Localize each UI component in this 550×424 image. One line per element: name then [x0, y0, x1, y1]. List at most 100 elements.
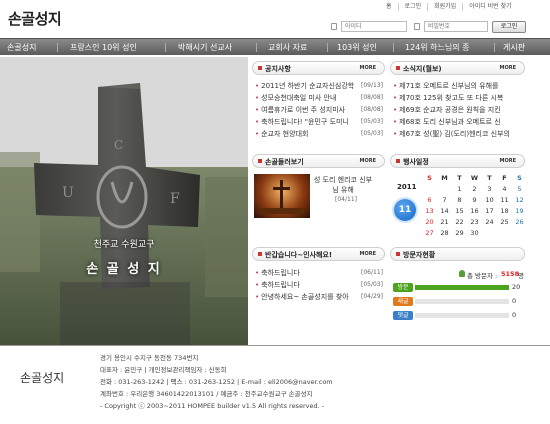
nav-divider	[57, 43, 58, 52]
calendar-day[interactable]: 26	[513, 218, 526, 226]
footer-divider	[0, 345, 550, 346]
footer-account: 계좌번호 : 우리은행 34601422013101 / 예금주 : 천주교수원…	[100, 390, 313, 398]
tour-header: 손골둘러보기 MORE	[252, 154, 385, 168]
events-more-button[interactable]: MORE	[500, 158, 517, 164]
visit-value: 20	[512, 283, 521, 291]
calendar-day[interactable]: 7	[438, 196, 451, 204]
comment-value: 0	[512, 311, 517, 319]
calendar-day[interactable]: 17	[483, 207, 496, 215]
news-item[interactable]: 제71호 오메트르 신부님의 유해를	[393, 81, 523, 91]
home-link[interactable]: 홈	[380, 3, 398, 11]
calendar-day[interactable]: 16	[468, 207, 481, 215]
hero-subtitle: 천주교 수원교구	[93, 240, 155, 250]
greeting-date: [06/11]	[361, 269, 383, 276]
calendar-day[interactable]: 28	[438, 229, 451, 237]
calendar-day[interactable]: 9	[468, 196, 481, 204]
news-item[interactable]: 제67호 성(聖) 김(도리)헨리코 신부의	[393, 129, 523, 139]
tour-more-button[interactable]: MORE	[360, 158, 377, 164]
notice-date: [05/03]	[361, 130, 383, 137]
calendar-day[interactable]: 23	[468, 218, 481, 226]
footer-copyright: - Copyright ⓒ 2003~2011 HOMPEE builder v…	[100, 402, 325, 410]
crucifix-icon	[260, 180, 304, 214]
comment-bar	[415, 313, 509, 318]
calendar-day[interactable]: 1	[453, 185, 466, 193]
greeting-item[interactable]: 축하드립니다	[255, 280, 359, 290]
tour-caption[interactable]: 성 도리 헨리코 신부님 유해	[313, 175, 373, 195]
calendar-day[interactable]: 21	[438, 218, 451, 226]
calendar-day[interactable]: 14	[438, 207, 451, 215]
calendar-day[interactable]: 22	[453, 218, 466, 226]
greeting-item[interactable]: 안녕하세요~ 손골성지를 찾아	[255, 292, 359, 302]
calendar-day[interactable]: 11	[498, 196, 511, 204]
news-more-button[interactable]: MORE	[500, 65, 517, 71]
notice-item[interactable]: 여름휴가로 이번 주 성지미사	[255, 105, 359, 115]
tour-date: [04/11]	[335, 196, 357, 203]
id-field[interactable]	[341, 21, 407, 32]
new-post-bar	[415, 299, 509, 304]
footer-address: 경기 용인시 수지구 동천동 734번지	[100, 354, 199, 362]
calendar-day[interactable]: 20	[423, 218, 436, 226]
calendar-day[interactable]: 19	[513, 207, 526, 215]
calendar-day[interactable]: 13	[423, 207, 436, 215]
visitors-header: 방문자현황	[390, 247, 525, 261]
nav-103-saints[interactable]: 103위 성인	[337, 39, 377, 56]
calendar-day[interactable]: 8	[453, 196, 466, 204]
weekday-label: F	[502, 174, 507, 182]
calendar-day[interactable]: 3	[483, 185, 496, 193]
greetings-title: 반갑습니다~인사해요!	[257, 251, 333, 259]
nav-divider	[327, 43, 328, 52]
nav-history[interactable]: 교회사 자료	[268, 39, 307, 56]
notice-more-button[interactable]: MORE	[360, 65, 377, 71]
svg-text:F: F	[170, 191, 180, 207]
calendar-day[interactable]: 27	[423, 229, 436, 237]
svg-text:C: C	[114, 138, 123, 152]
lock-icon	[414, 23, 420, 30]
calendar-day[interactable]: 30	[468, 229, 481, 237]
site-logo[interactable]: 손골성지	[8, 8, 62, 29]
nav-board[interactable]: 게시판	[503, 39, 525, 56]
calendar-day[interactable]: 24	[483, 218, 496, 226]
news-item[interactable]: 제68호 도리 신부님과 오메트르 신	[393, 117, 523, 127]
notice-item[interactable]: 2011년 하반기 순교자신심강학	[255, 81, 359, 91]
calendar-day[interactable]: 10	[483, 196, 496, 204]
calendar-day[interactable]: 6	[423, 196, 436, 204]
notice-date: [09/13]	[361, 82, 383, 89]
nav-divider	[393, 43, 394, 52]
tour-thumbnail[interactable]	[254, 174, 310, 218]
notice-item[interactable]: 성모승천대축일 미사 안내	[255, 93, 359, 103]
calendar-day[interactable]: 25	[498, 218, 511, 226]
nav-ten-saints[interactable]: 프랑스인 10위 성인	[70, 39, 137, 56]
calendar-day[interactable]: 29	[453, 229, 466, 237]
notice-item[interactable]: 축하드립니다! "윤민구 도미니	[255, 117, 359, 127]
nav-divider	[256, 43, 257, 52]
calendar-day[interactable]: 2	[468, 185, 481, 193]
login-button[interactable]: 로그인	[492, 21, 526, 33]
find-account-link[interactable]: 아이디 비번 찾기	[462, 3, 517, 11]
calendar-day[interactable]: 12	[513, 196, 526, 204]
stone-cross-image: U F C	[0, 57, 248, 345]
notice-date: [08/08]	[361, 94, 383, 101]
calendar-day[interactable]: 5	[513, 185, 526, 193]
calendar-day[interactable]: 18	[498, 207, 511, 215]
nav-son-gol[interactable]: 손골성지	[7, 39, 36, 56]
greetings-more-button[interactable]: MORE	[360, 251, 377, 257]
comment-tag: 댓글	[393, 311, 413, 320]
greetings-header: 반갑습니다~인사해요! MORE	[252, 247, 385, 261]
nav-missionaries[interactable]: 박해시기 선교사	[178, 39, 232, 56]
tour-title: 손골둘러보기	[258, 158, 304, 166]
join-link[interactable]: 회원가입	[427, 3, 462, 11]
total-visitors-label: 총 방문자 :	[467, 272, 498, 280]
visitors-title: 방문자현황	[395, 251, 436, 259]
news-item[interactable]: 제70호 125위 찾고도 또 다른 시복	[393, 93, 523, 103]
news-item[interactable]: 제69호 순교자 공경은 원칙을 지킨	[393, 105, 523, 115]
greeting-date: [05/03]	[361, 281, 383, 288]
greeting-item[interactable]: 축하드립니다	[255, 268, 359, 278]
news-header: 소식지(월보) MORE	[390, 61, 525, 75]
calendar-day[interactable]: 15	[453, 207, 466, 215]
notice-item[interactable]: 순교자 현양대회	[255, 129, 359, 139]
calendar-day[interactable]: 4	[498, 185, 511, 193]
total-visitors-unit: 명	[518, 272, 524, 280]
login-link[interactable]: 로그인	[397, 3, 428, 11]
password-field[interactable]	[424, 21, 488, 32]
nav-124-servants[interactable]: 124위 하느님의 종	[405, 39, 470, 56]
